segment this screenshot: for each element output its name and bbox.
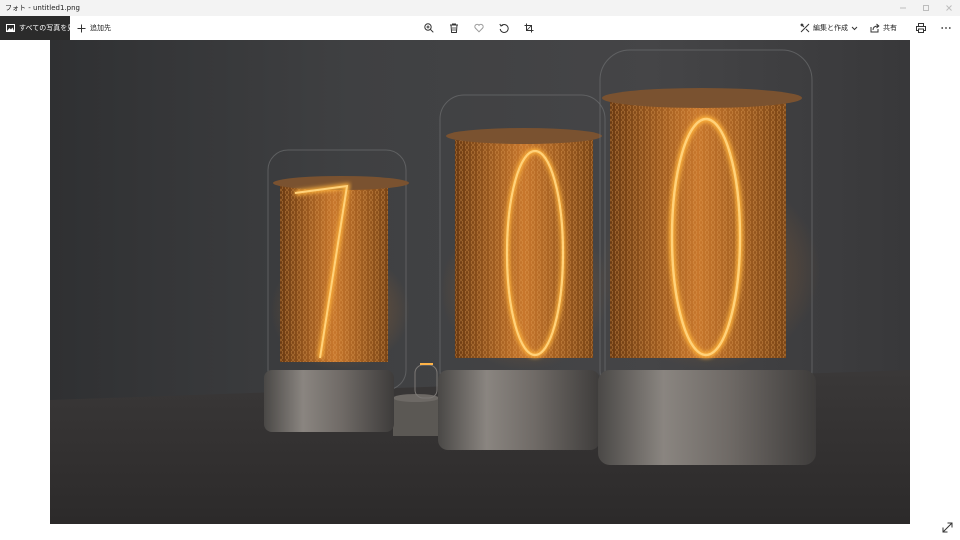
photo-viewer-image[interactable] xyxy=(50,40,910,524)
rotate-icon xyxy=(499,23,509,33)
delete-icon xyxy=(450,23,458,33)
close-button[interactable] xyxy=(937,0,960,16)
right-toolbar: 編集と作成 共有 xyxy=(800,16,954,40)
photo-gallery-icon xyxy=(6,24,15,32)
close-icon xyxy=(945,5,952,11)
rotate-button[interactable] xyxy=(496,20,512,36)
delete-button[interactable] xyxy=(446,20,462,36)
edit-create-icon xyxy=(800,23,810,33)
window-title: フォト - untitled1.png xyxy=(5,4,80,12)
minimize-button[interactable] xyxy=(891,0,914,16)
add-to-label: 追加先 xyxy=(90,24,111,32)
share-label: 共有 xyxy=(883,24,897,32)
chevron-down-icon xyxy=(851,26,858,31)
plus-icon xyxy=(77,24,86,33)
share-icon xyxy=(870,23,880,33)
favorite-button[interactable] xyxy=(471,20,487,36)
more-icon xyxy=(941,27,951,29)
print-button[interactable] xyxy=(913,20,929,36)
nixie-tube-0-middle xyxy=(438,94,610,450)
maximize-button[interactable] xyxy=(914,0,937,16)
crop-button[interactable] xyxy=(521,20,537,36)
toolbar: すべての写真を見る 追加先 編集と作成 共有 xyxy=(0,16,960,40)
title-bar: フォト - untitled1.png xyxy=(0,0,960,16)
favorite-icon xyxy=(474,23,484,33)
crop-icon xyxy=(524,23,534,33)
maximize-icon xyxy=(922,5,929,11)
minimize-icon xyxy=(899,7,906,9)
zoom-button[interactable] xyxy=(421,20,437,36)
center-toolbar xyxy=(421,16,537,40)
zoom-in-icon xyxy=(424,23,434,33)
see-all-photos-button[interactable]: すべての写真を見る xyxy=(0,16,81,40)
fullscreen-expand-icon xyxy=(942,522,952,532)
share-button[interactable]: 共有 xyxy=(870,23,897,33)
edit-create-button[interactable]: 編集と作成 xyxy=(800,23,858,33)
see-all-photos-label: すべての写真を見る xyxy=(19,24,82,32)
add-to-button[interactable]: 追加先 xyxy=(77,23,111,33)
window-controls xyxy=(891,0,960,16)
edit-create-label: 編集と作成 xyxy=(813,24,848,32)
more-button[interactable] xyxy=(938,20,954,36)
printer-icon xyxy=(916,23,926,33)
fullscreen-button[interactable] xyxy=(940,520,954,534)
